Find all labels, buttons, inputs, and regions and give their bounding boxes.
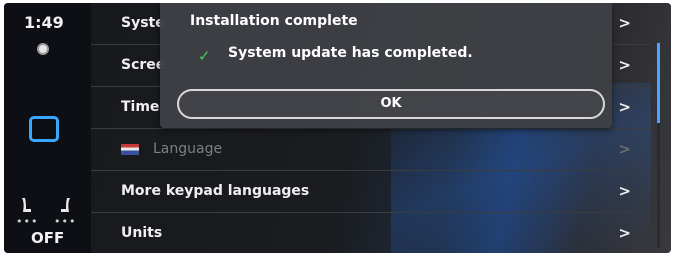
ok-button[interactable]: OK: [177, 89, 605, 119]
seat-level-dots: •••: [54, 215, 77, 228]
chevron-right-icon: >: [618, 182, 631, 200]
scrollbar-thumb[interactable]: [657, 43, 660, 123]
menu-item-label: Language: [153, 141, 223, 157]
installation-complete-dialog: Installation complete ✓ System update ha…: [160, 3, 612, 128]
menu-item-language[interactable]: Language >: [91, 129, 651, 171]
home-icon[interactable]: [29, 116, 59, 142]
seat-heat-right-icon[interactable]: [56, 196, 74, 214]
menu-item-more-keypad-languages[interactable]: More keypad languages >: [91, 171, 651, 213]
flag-icon: [121, 144, 139, 155]
dialog-message: System update has completed.: [228, 45, 473, 61]
check-icon: ✓: [198, 47, 211, 65]
chevron-right-icon: >: [618, 140, 631, 158]
infotainment-screen: 1:49 ••• ••• OFF Syste > Scree > Time > …: [4, 3, 671, 253]
seat-heat-left-icon[interactable]: [18, 196, 36, 214]
dialog-title: Installation complete: [190, 13, 358, 29]
seat-level-dots: •••: [16, 215, 39, 228]
chevron-right-icon: >: [618, 56, 631, 74]
seat-status-label: OFF: [31, 229, 65, 247]
menu-item-label: Syste: [121, 15, 165, 31]
clock: 1:49: [24, 13, 64, 32]
menu-item-units[interactable]: Units >: [91, 213, 651, 253]
status-rail: 1:49 ••• ••• OFF: [4, 3, 92, 253]
menu-item-label: Time: [121, 99, 160, 115]
chevron-right-icon: >: [618, 224, 631, 242]
connectivity-icon: [37, 43, 49, 55]
chevron-right-icon: >: [618, 14, 631, 32]
menu-item-label: More keypad languages: [121, 183, 310, 199]
chevron-right-icon: >: [618, 98, 631, 116]
menu-item-label: Scree: [121, 57, 166, 73]
menu-item-label: Units: [121, 225, 163, 241]
